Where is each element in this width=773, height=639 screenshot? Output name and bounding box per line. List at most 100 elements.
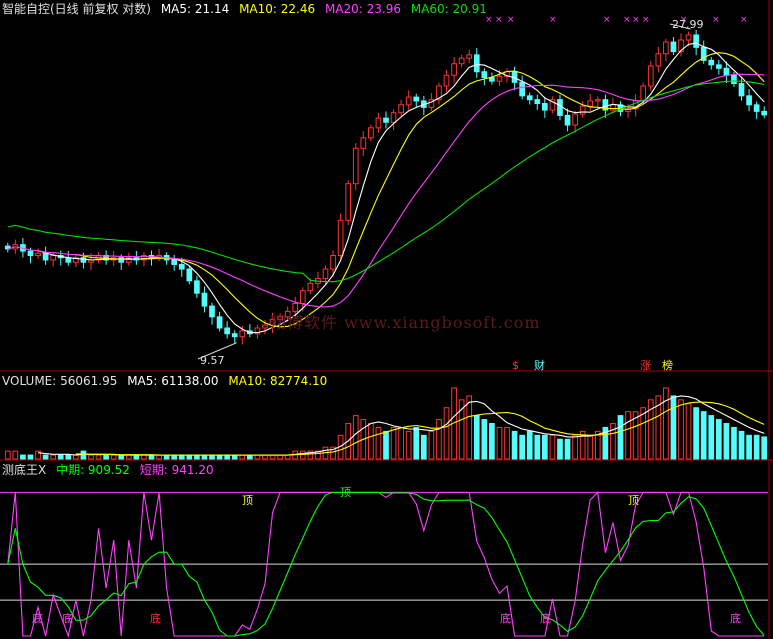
- volume-bar: [4, 450, 11, 460]
- warning-marker: ×: [507, 15, 515, 25]
- indicator-short-label: 短期: 941.20: [139, 463, 214, 477]
- volume-bar: [103, 454, 109, 460]
- candle-body: [443, 74, 450, 87]
- volume-bar: [731, 426, 737, 460]
- volume-bar: [557, 438, 563, 460]
- volume-bar: [526, 430, 533, 460]
- candle-body: [594, 99, 601, 102]
- indicator-header: 测底王X 中期: 909.52 短期: 941.20: [2, 463, 220, 477]
- volume-bar: [572, 434, 578, 460]
- candle-body: [239, 330, 246, 338]
- volume-bar: [413, 426, 420, 460]
- volume-bar: [542, 434, 548, 460]
- candle-body: [27, 250, 34, 257]
- volume-bar: [663, 387, 669, 460]
- candle-body: [337, 219, 344, 257]
- ma60-line: [7, 80, 765, 283]
- volume-bar: [20, 454, 26, 460]
- candle-body: [194, 280, 200, 294]
- event-tag-ranking[interactable]: 榜: [662, 359, 673, 372]
- volume-bar: [35, 450, 41, 460]
- candle-body: [466, 54, 473, 59]
- candle-body: [663, 41, 669, 55]
- ma5-line: [37, 42, 765, 334]
- warning-marker: ×: [549, 15, 557, 25]
- candle-body: [118, 257, 125, 263]
- candle-body: [352, 147, 359, 185]
- candle-body: [307, 282, 314, 292]
- candle-body: [489, 77, 495, 82]
- warning-marker: ×: [603, 15, 611, 25]
- volume-bar: [504, 426, 510, 460]
- candle-body: [42, 252, 49, 261]
- volume-bar: [617, 415, 624, 460]
- candle-body: [473, 54, 480, 73]
- candle-body: [746, 95, 752, 106]
- candle-body: [534, 99, 541, 105]
- volume-bar: [715, 419, 722, 460]
- volume-bar: [443, 407, 450, 460]
- candle-body: [299, 290, 306, 304]
- candle-body: [375, 117, 382, 129]
- signal-bottom-2: 底: [62, 612, 73, 625]
- candle-body: [80, 257, 87, 263]
- volume-bar: [746, 434, 752, 460]
- event-tag-finance[interactable]: 财: [534, 359, 545, 372]
- ma10-label: MA10: 22.46: [239, 2, 316, 16]
- candle-body: [610, 104, 616, 111]
- volume-bar: [428, 430, 435, 460]
- volume-bar: [481, 419, 488, 460]
- volume-bar: [299, 450, 306, 460]
- candle-body: [322, 268, 329, 279]
- volume-bar: [42, 454, 49, 460]
- volume-bar: [489, 423, 495, 460]
- candle-body: [398, 104, 404, 114]
- candle-body: [171, 259, 178, 265]
- candle-body: [708, 59, 715, 66]
- volume-bar: [738, 430, 745, 460]
- candle-body: [413, 96, 420, 102]
- candle-body: [224, 327, 230, 335]
- volume-bar: [57, 454, 64, 460]
- candle-body: [526, 95, 533, 101]
- event-tag-limit-up[interactable]: 涨: [640, 359, 651, 372]
- candle-body: [383, 117, 389, 123]
- volume-bar: [700, 411, 707, 460]
- candle-body: [738, 83, 745, 97]
- signal-top-3: 顶: [628, 494, 639, 507]
- event-tag-dividend[interactable]: $: [512, 359, 519, 372]
- signal-top-2: 顶: [340, 486, 351, 499]
- candle-body: [186, 268, 193, 282]
- indicator-mid-label: 中期: 909.52: [56, 463, 130, 477]
- volume-bar: [625, 411, 631, 460]
- volume-bar: [564, 438, 571, 460]
- signal-bottom-4: 底: [500, 612, 511, 625]
- candle-body: [390, 112, 397, 123]
- volume-bar: [723, 423, 730, 460]
- candle-body: [542, 103, 548, 111]
- candle-body: [231, 333, 238, 338]
- candle-body: [451, 63, 457, 76]
- volume-bar: [12, 450, 19, 460]
- candle-body: [647, 65, 654, 87]
- signal-bottom-1: 底: [32, 612, 43, 625]
- candle-body: [481, 71, 488, 79]
- warning-marker: ×: [712, 15, 720, 25]
- warning-marker: ×: [632, 15, 640, 25]
- volume-bar: [368, 423, 374, 460]
- candle-body: [761, 110, 768, 116]
- candle-body: [685, 34, 692, 41]
- candle-body: [731, 74, 737, 85]
- volume-ma10-label: MA10: 82774.10: [228, 374, 328, 388]
- ma20-label: MA20: 23.96: [324, 2, 401, 16]
- candle-body: [360, 137, 367, 149]
- volume-bar: [383, 430, 389, 460]
- volume-bar: [436, 419, 442, 460]
- candle-body: [564, 114, 571, 126]
- candle-body: [640, 85, 647, 102]
- candle-body: [209, 305, 215, 318]
- candle-body: [693, 34, 699, 48]
- low-price-label: 9.57: [200, 354, 225, 367]
- signal-bottom-6: 底: [730, 612, 741, 625]
- volume-bar: [753, 434, 760, 460]
